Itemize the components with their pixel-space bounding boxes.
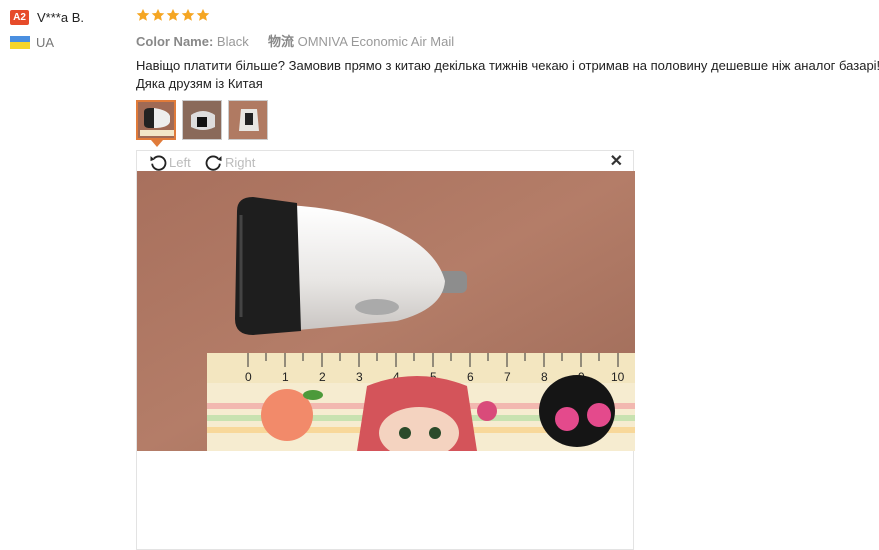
user-row: A2 V***a B. [10, 8, 130, 26]
ruler-label: 0 [245, 370, 252, 384]
review-text: Навіщо платити більше? Замовив прямо з к… [136, 58, 879, 91]
country-row: UA [10, 34, 130, 50]
ruler-label: 6 [467, 370, 474, 384]
rotate-right-icon [205, 155, 222, 171]
star-icon [151, 8, 165, 21]
rotate-right-label: Right [225, 154, 256, 170]
shipping-label: 物流 [267, 34, 294, 49]
photo-thumbnail[interactable] [182, 100, 222, 140]
ruler-label: 1 [282, 370, 289, 384]
close-viewer-button[interactable]: ✕ [610, 154, 623, 170]
star-icon [181, 8, 195, 21]
rotate-right-button[interactable]: Right [203, 152, 255, 172]
photo-thumbnails [136, 100, 268, 140]
level-badge: A2 [10, 9, 29, 25]
color-label: Color Name: [136, 34, 214, 49]
active-thumbnail-pointer [151, 140, 163, 147]
star-icon [166, 8, 180, 21]
ruler-label: 10 [611, 370, 625, 384]
photo-thumbnail[interactable] [136, 100, 176, 140]
star-icon [196, 8, 210, 21]
review-photo: 0 1 2 3 4 5 6 7 8 9 10 [137, 171, 635, 451]
photo-thumbnail[interactable] [228, 100, 268, 140]
ruler-label: 8 [541, 370, 548, 384]
charger-thumbnail-image [138, 102, 174, 138]
country-code: UA [36, 34, 55, 50]
star-rating [136, 6, 876, 24]
viewer-toolbar: Left Right ✕ [137, 151, 633, 172]
rotate-left-button[interactable]: Left [147, 152, 191, 172]
color-value: Black [216, 34, 249, 49]
reviewer-info: A2 V***a B. UA [10, 8, 130, 50]
star-icon [136, 8, 150, 21]
ruler-label: 2 [319, 370, 326, 384]
ruler-label: 3 [356, 370, 363, 384]
review-body: Color Name: Black 物流 OMNIVA Economic Air… [136, 6, 879, 93]
order-meta: Color Name: Black 物流 OMNIVA Economic Air… [136, 33, 876, 51]
charger-thumbnail-image [183, 101, 221, 139]
ruler-label: 7 [504, 370, 511, 384]
ukraine-flag-icon [10, 35, 30, 49]
rotate-left-label: Left [169, 154, 191, 170]
rotate-left-icon [150, 155, 167, 171]
charger-thumbnail-image [229, 101, 267, 139]
shipping-value: OMNIVA Economic Air Mail [297, 34, 455, 49]
photo-viewer: Left Right ✕ 0 1 2 3 4 5 6 7 8 10 [136, 150, 635, 550]
reviewer-name: V***a B. [37, 9, 84, 25]
charger-photo-image: 0 1 2 3 4 5 6 7 8 9 10 [137, 171, 635, 451]
